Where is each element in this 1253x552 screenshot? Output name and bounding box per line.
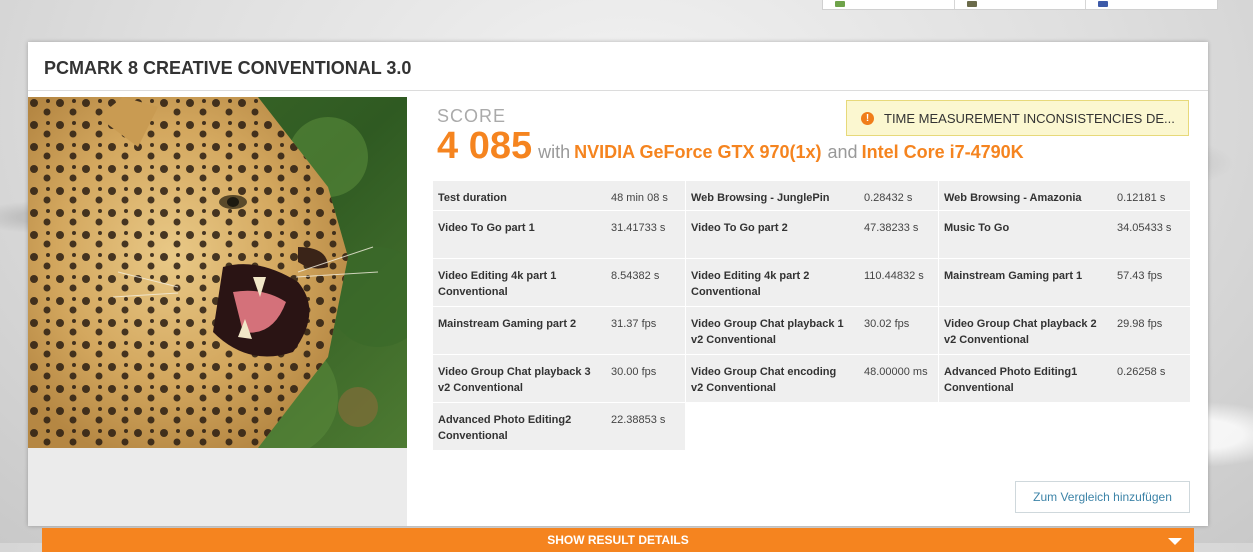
metric-name: Video To Go part 2 xyxy=(691,222,788,234)
metric-name: Test duration xyxy=(438,192,507,204)
metric-value: 30.02 fps xyxy=(864,318,910,330)
with-text: with xyxy=(538,142,571,162)
metric-name: Video Editing 4k part 1 Conventional xyxy=(438,270,557,298)
metric-value: 110.44832 s xyxy=(864,270,924,282)
score-value: 4 085 xyxy=(437,125,533,167)
metric-value: 48 min 08 s xyxy=(611,192,668,204)
metric-cell: Video Group Chat playback 3 v2 Conventio… xyxy=(433,355,685,403)
top-toolbar xyxy=(822,0,1218,10)
add-to-compare-button[interactable]: Zum Vergleich hinzufügen xyxy=(1015,481,1190,513)
metric-cell: Video To Go part 1 31.41733 s xyxy=(433,211,685,259)
metric-value: 31.41733 s xyxy=(611,222,666,234)
metric-name: Video Editing 4k part 2 Conventional xyxy=(691,270,810,298)
metric-cell: Video Editing 4k part 1 Conventional 8.54… xyxy=(433,259,685,307)
metric-value: 31.37 fps xyxy=(611,318,657,330)
toolbar-segment[interactable] xyxy=(823,0,955,9)
metric-name: Advanced Photo Editing1 Conventional xyxy=(944,366,1078,394)
metric-cell: Web Browsing - JunglePin 0.28432 s xyxy=(686,181,938,211)
app-icon xyxy=(835,1,845,7)
triangle-down-icon xyxy=(1168,538,1182,545)
metric-name: Advanced Photo Editing2 Conventional xyxy=(438,414,572,442)
result-title: PCMARK 8 CREATIVE CONVENTIONAL 3.0 xyxy=(28,42,1208,91)
metric-cell: Video Group Chat playback 2 v2 Conventio… xyxy=(939,307,1190,355)
metric-cell: Web Browsing - Amazonia 0.12181 s xyxy=(939,181,1190,211)
metric-name: Music To Go xyxy=(944,222,1010,234)
metric-cell: Video Editing 4k part 2 Conventional 110.… xyxy=(686,259,938,307)
warning-banner[interactable]: ! TIME MEASUREMENT INCONSISTENCIES DE... xyxy=(846,100,1189,136)
metric-cell: Video To Go part 2 47.38233 s xyxy=(686,211,938,259)
toolbar-segment[interactable] xyxy=(1086,0,1217,9)
leopard-image xyxy=(28,97,407,448)
warning-icon: ! xyxy=(861,111,874,125)
metric-value: 8.54382 s xyxy=(611,270,660,282)
metric-name: Mainstream Gaming part 1 xyxy=(944,270,1083,282)
metric-cell: Advanced Photo Editing1 Conventional 0.26… xyxy=(939,355,1190,403)
metric-value: 29.98 fps xyxy=(1117,318,1163,330)
metric-value: 0.26258 s xyxy=(1117,366,1166,378)
metric-cell: Music To Go 34.05433 s xyxy=(939,211,1190,259)
and-text: and xyxy=(827,142,858,162)
metric-name: Web Browsing - JunglePin xyxy=(691,192,830,204)
metric-cell: Test duration 48 min 08 s xyxy=(433,181,685,211)
metric-name: Video To Go part 1 xyxy=(438,222,535,234)
metric-value: 22.38853 s xyxy=(611,414,666,426)
metric-value: 48.00000 ms xyxy=(864,366,928,378)
toolbar-segment[interactable] xyxy=(955,0,1087,9)
metric-value: 57.43 fps xyxy=(1117,270,1163,282)
metric-value: 0.28432 s xyxy=(864,192,913,204)
app-icon xyxy=(1098,1,1109,7)
metric-name: Web Browsing - Amazonia xyxy=(944,192,1082,204)
empty-cell xyxy=(939,403,1190,451)
metric-name: Video Group Chat playback 2 v2 Conventio… xyxy=(944,318,1097,346)
metric-cell: Advanced Photo Editing2 Conventional 22.3… xyxy=(433,403,685,451)
metrics-table: Test duration 48 min 08 s Web Browsing - … xyxy=(433,181,1191,451)
show-details-label: SHOW RESULT DETAILS xyxy=(547,533,689,547)
metric-value: 47.38233 s xyxy=(864,222,919,234)
app-icon xyxy=(966,1,977,7)
metric-cell: Mainstream Gaming part 2 31.37 fps xyxy=(433,307,685,355)
result-card: PCMARK 8 CREATIVE CONVENTIONAL 3.0 SCORE… xyxy=(28,42,1208,526)
metric-name: Mainstream Gaming part 2 xyxy=(438,318,577,330)
metric-cell: Video Group Chat playback 1 v2 Conventio… xyxy=(686,307,938,355)
benchmark-image-panel xyxy=(28,97,407,526)
metric-value: 34.05433 s xyxy=(1117,222,1172,234)
metric-name: Video Group Chat playback 1 v2 Conventio… xyxy=(691,318,844,346)
gpu-link[interactable]: NVIDIA GeForce GTX 970(1x) xyxy=(574,142,821,162)
metric-value: 0.12181 s xyxy=(1117,192,1166,204)
metric-name: Video Group Chat playback 3 v2 Conventio… xyxy=(438,366,591,394)
cpu-link[interactable]: Intel Core i7-4790K xyxy=(862,142,1024,162)
metric-cell: Mainstream Gaming part 1 57.43 fps xyxy=(939,259,1190,307)
warning-text: TIME MEASUREMENT INCONSISTENCIES DE... xyxy=(884,110,1175,126)
metric-name: Video Group Chat encoding v2 Conventiona… xyxy=(691,366,837,394)
show-result-details-button[interactable]: SHOW RESULT DETAILS xyxy=(42,528,1194,552)
empty-cell xyxy=(686,403,938,451)
metric-value: 30.00 fps xyxy=(611,366,657,378)
metric-cell: Video Group Chat encoding v2 Conventiona… xyxy=(686,355,938,403)
